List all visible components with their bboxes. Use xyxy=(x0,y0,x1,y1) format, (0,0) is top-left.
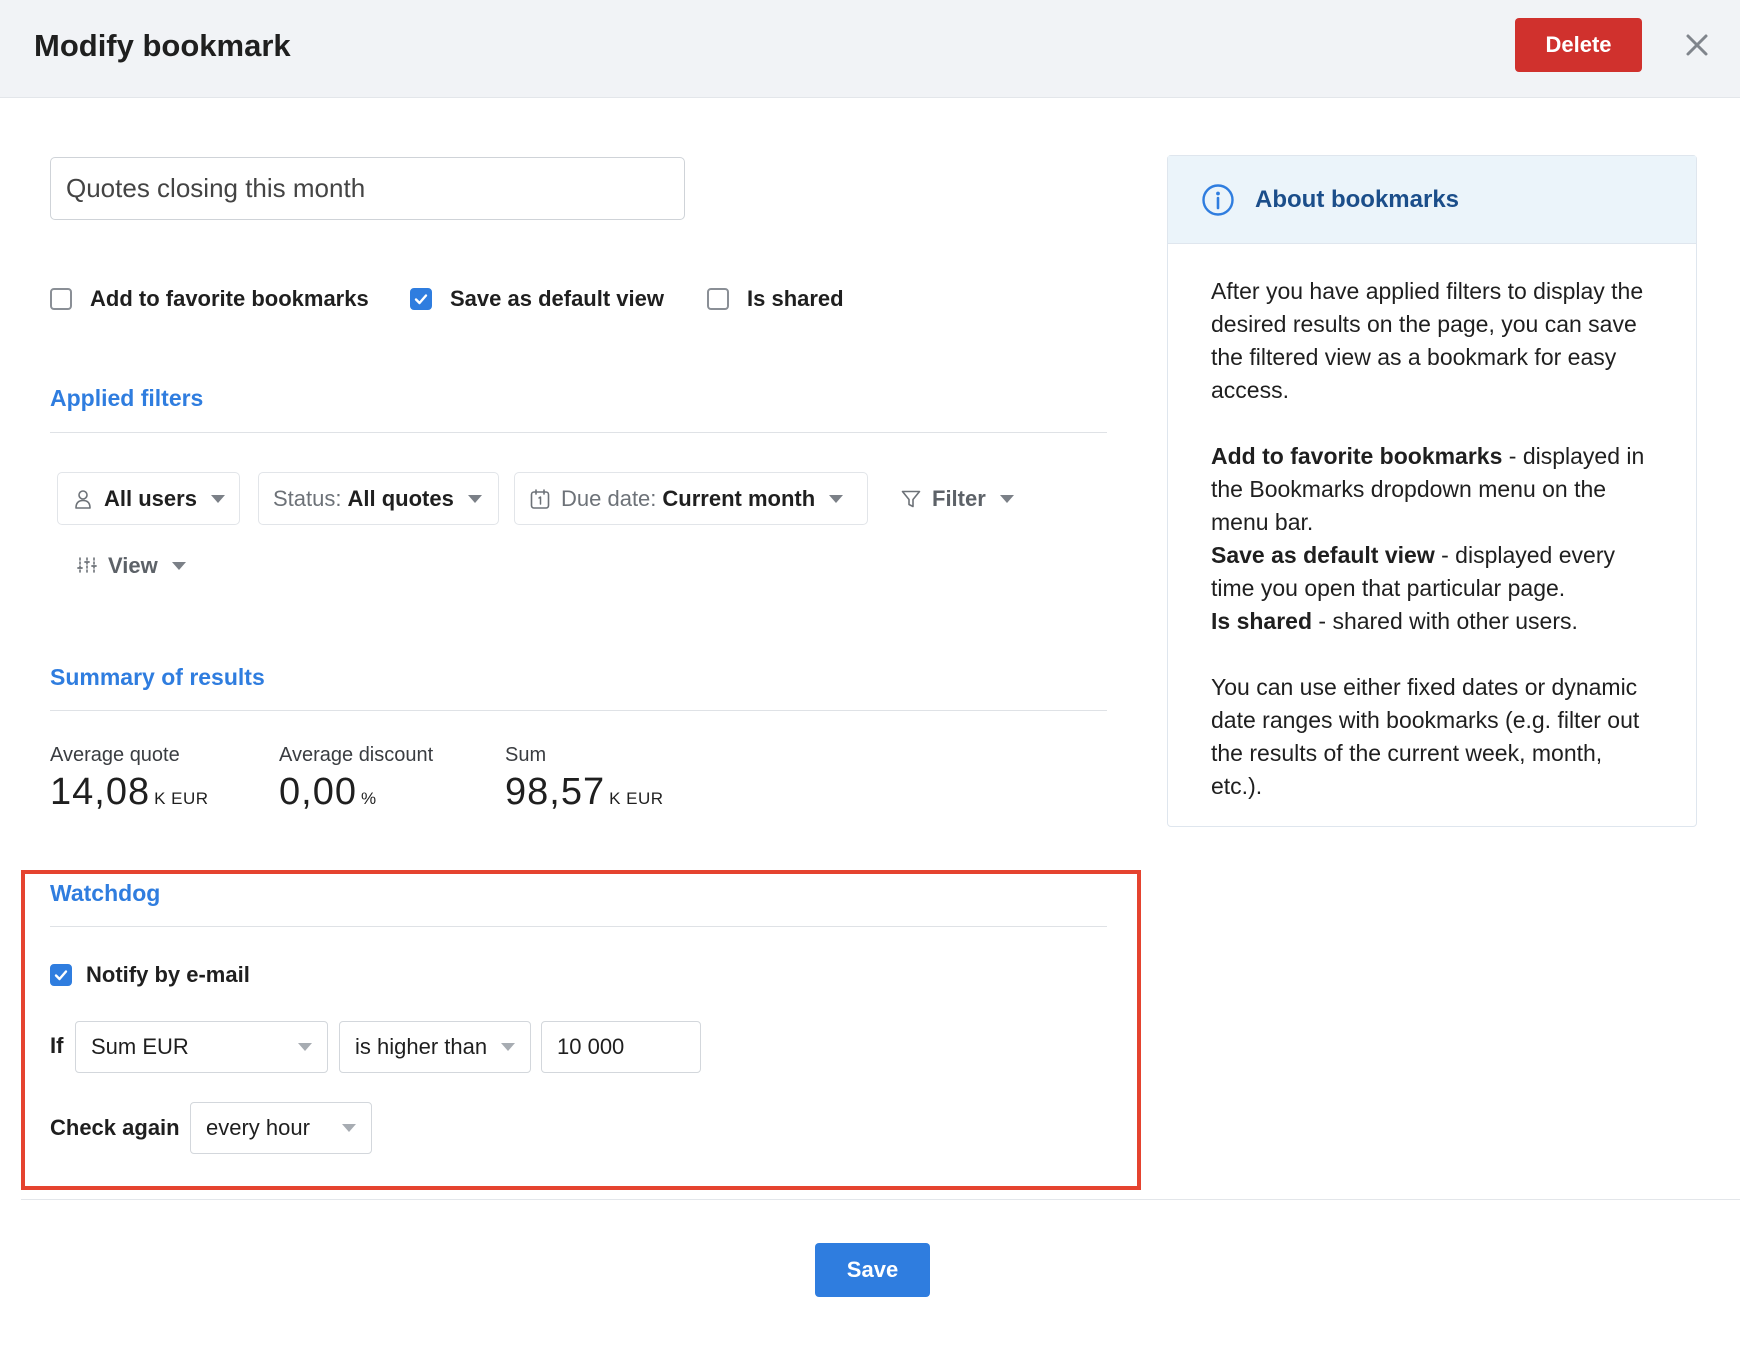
operator-select[interactable]: is higher than xyxy=(339,1021,531,1073)
favorite-checkbox-row[interactable]: Add to favorite bookmarks xyxy=(50,283,369,315)
stat-unit: % xyxy=(360,789,377,808)
checkmark-icon xyxy=(414,294,428,305)
stat-unit: K EUR xyxy=(154,789,209,808)
stat-unit: K EUR xyxy=(609,789,664,808)
sum-stat: Sum 98,57 K EUR xyxy=(505,744,664,814)
chevron-down-icon xyxy=(171,561,186,570)
notify-email-label: Notify by e-mail xyxy=(86,962,250,987)
average-quote-stat: Average quote 14,08 K EUR xyxy=(50,744,209,814)
default-view-checkbox[interactable] xyxy=(410,288,432,310)
shared-checkbox[interactable] xyxy=(707,288,729,310)
info-shared-desc: - shared with other users. xyxy=(1312,608,1578,634)
about-bookmarks-body: After you have applied filters to displa… xyxy=(1168,244,1696,803)
chevron-down-icon xyxy=(467,494,482,503)
due-date-filter-chip[interactable]: Due date: Current month xyxy=(514,472,868,525)
divider xyxy=(50,926,1107,927)
info-favorite-term: Add to favorite bookmarks xyxy=(1211,443,1503,469)
chevron-down-icon xyxy=(501,1043,516,1051)
shared-checkbox-label: Is shared xyxy=(747,286,844,311)
modal-header: Modify bookmark Delete xyxy=(0,0,1740,98)
divider xyxy=(50,710,1107,711)
info-shared: Is shared - shared with other users. xyxy=(1211,605,1653,638)
watch-field-value: Sum EUR xyxy=(91,1034,189,1059)
close-icon[interactable] xyxy=(1680,28,1714,62)
info-outro: You can use either fixed dates or dynami… xyxy=(1211,674,1640,799)
filter-button-label: Filter xyxy=(932,485,986,511)
stat-value: 14,08 xyxy=(50,771,151,813)
filter-icon xyxy=(900,488,922,510)
user-icon xyxy=(72,488,94,510)
stat-label: Sum xyxy=(505,744,547,766)
divider xyxy=(50,432,1107,433)
applied-filters-title: Applied filters xyxy=(50,385,204,411)
about-bookmarks-header: About bookmarks xyxy=(1168,156,1696,244)
default-view-checkbox-row[interactable]: Save as default view xyxy=(410,283,664,315)
info-favorite: Add to favorite bookmarks - displayed in… xyxy=(1211,440,1653,539)
shared-checkbox-row[interactable]: Is shared xyxy=(707,283,844,315)
calendar-icon xyxy=(529,488,551,510)
users-filter-value: All users xyxy=(104,485,197,511)
info-icon xyxy=(1201,183,1235,217)
view-button-label: View xyxy=(108,552,158,578)
frequency-value: every hour xyxy=(206,1115,310,1140)
operator-value: is higher than xyxy=(355,1034,488,1059)
about-bookmarks-title: About bookmarks xyxy=(1255,185,1460,213)
save-button[interactable]: Save xyxy=(815,1243,930,1297)
check-again-label: Check again xyxy=(50,1115,180,1140)
frequency-select[interactable]: every hour xyxy=(190,1102,372,1154)
summary-title: Summary of results xyxy=(50,664,265,690)
info-default-term: Save as default view xyxy=(1211,542,1435,568)
chevron-down-icon xyxy=(342,1124,356,1132)
notify-email-checkbox[interactable] xyxy=(50,964,72,986)
footer-divider xyxy=(21,1199,1740,1200)
stat-label: Average discount xyxy=(279,744,434,766)
notify-email-row[interactable]: Notify by e-mail xyxy=(50,962,250,988)
chevron-down-icon xyxy=(829,494,844,503)
about-bookmarks-panel: About bookmarks After you have applied f… xyxy=(1167,155,1697,827)
chevron-down-icon xyxy=(999,494,1014,503)
threshold-value: 10 000 xyxy=(557,1034,625,1059)
checkmark-icon xyxy=(54,970,68,981)
default-view-checkbox-label: Save as default view xyxy=(450,286,664,311)
if-label: If xyxy=(50,1033,64,1058)
watchdog-title: Watchdog xyxy=(50,880,161,906)
stat-label: Average quote xyxy=(50,744,180,766)
status-filter-chip[interactable]: Status: All quotes xyxy=(258,472,499,525)
chevron-down-icon xyxy=(298,1043,312,1051)
due-date-filter-value: Current month xyxy=(662,485,816,511)
favorite-checkbox-label: Add to favorite bookmarks xyxy=(90,286,369,311)
status-filter-prefix: Status: xyxy=(273,485,342,511)
bookmark-name-input[interactable] xyxy=(50,157,685,220)
users-filter-chip[interactable]: All users xyxy=(57,472,240,525)
favorite-checkbox[interactable] xyxy=(50,288,72,310)
stat-value: 98,57 xyxy=(505,771,606,813)
info-shared-term: Is shared xyxy=(1211,608,1312,634)
modal-title: Modify bookmark xyxy=(34,28,291,63)
delete-button[interactable]: Delete xyxy=(1515,18,1642,72)
info-default: Save as default view - displayed every t… xyxy=(1211,539,1653,605)
stat-value: 0,00 xyxy=(279,771,357,813)
chevron-down-icon xyxy=(210,494,225,503)
add-filter-button[interactable]: Filter xyxy=(885,472,1029,525)
view-button[interactable]: View xyxy=(61,539,201,592)
sliders-icon xyxy=(76,555,98,577)
threshold-input[interactable]: 10 000 xyxy=(541,1021,701,1073)
status-filter-value: All quotes xyxy=(347,485,454,511)
due-date-filter-prefix: Due date: xyxy=(561,485,657,511)
info-intro: After you have applied filters to displa… xyxy=(1211,278,1644,403)
watch-field-select[interactable]: Sum EUR xyxy=(75,1021,328,1073)
average-discount-stat: Average discount 0,00% xyxy=(279,744,433,814)
